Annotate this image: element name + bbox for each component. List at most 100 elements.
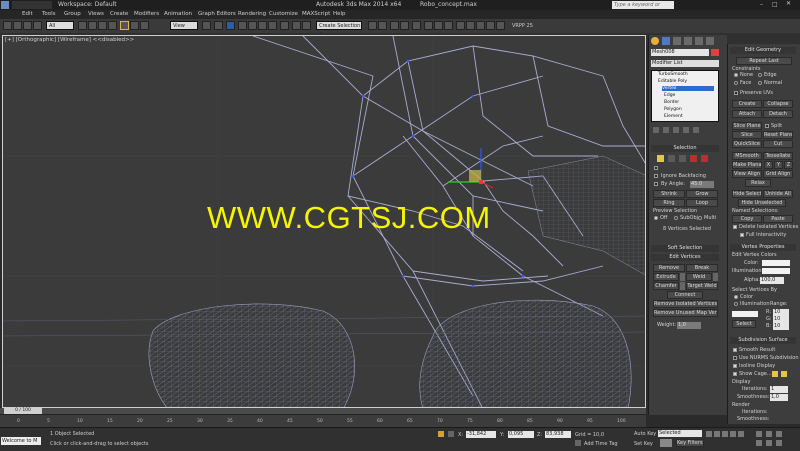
- remove-isolated-vertices-button[interactable]: Remove Isolated Vertices: [653, 300, 718, 308]
- remove-unused-map-verts-button[interactable]: Remove Unused Map Verts: [653, 309, 718, 317]
- cage-color-swatch-1[interactable]: [772, 371, 778, 377]
- hide-selected-button[interactable]: Hide Selected: [732, 190, 762, 198]
- by-angle-checkbox[interactable]: [654, 182, 658, 186]
- edit-named-selection-icon[interactable]: [280, 21, 289, 30]
- stack-item-polygon[interactable]: Polygon: [664, 107, 682, 112]
- ring-button[interactable]: Ring: [653, 199, 685, 207]
- configure-modifiers-icon[interactable]: [693, 127, 699, 133]
- detach-button[interactable]: Detach: [763, 110, 793, 118]
- redo-icon[interactable]: [13, 21, 22, 30]
- weight-field[interactable]: 1,0: [677, 322, 701, 329]
- planar-z-button[interactable]: Z: [784, 161, 793, 169]
- alpha-field[interactable]: 100,0: [760, 277, 784, 284]
- ignore-backfacing-checkbox[interactable]: [654, 174, 658, 178]
- vray-light-icon[interactable]: [476, 21, 485, 30]
- link-icon[interactable]: [23, 21, 32, 30]
- preview-multi-radio[interactable]: [698, 216, 702, 220]
- track-bar[interactable]: 0 5 10 15 20 25 30 35 40 45 50 55 60 65 70 75 80 85 90 95 10…: [0, 414, 646, 428]
- remove-button[interactable]: Remove: [653, 264, 685, 272]
- element-subobject-icon[interactable]: [701, 155, 708, 162]
- window-crossing-icon[interactable]: [108, 21, 117, 30]
- extrude-button[interactable]: Extrude: [653, 273, 679, 281]
- mirror-icon[interactable]: [292, 21, 301, 30]
- absolute-mode-icon[interactable]: [448, 431, 454, 437]
- add-time-tag-icon[interactable]: [575, 440, 581, 446]
- paste-button[interactable]: Paste: [763, 215, 793, 223]
- select-button[interactable]: Select: [732, 320, 756, 328]
- menu-views[interactable]: Views: [88, 11, 104, 17]
- view-align-button[interactable]: View Align: [732, 170, 762, 178]
- snaps-toggle-icon[interactable]: [238, 21, 247, 30]
- set-key-icon[interactable]: [660, 439, 672, 447]
- search-input[interactable]: Type a keyword or phrase: [612, 1, 674, 16]
- stack-item-vertex[interactable]: Vertex: [662, 86, 714, 91]
- chamfer-settings-icon[interactable]: [680, 282, 685, 290]
- weld-settings-icon[interactable]: [713, 273, 718, 281]
- selection-filter-dropdown[interactable]: All: [46, 21, 74, 30]
- tessellate-button[interactable]: Tessellate: [763, 152, 793, 160]
- next-frame-icon[interactable]: [730, 431, 736, 437]
- collapse-button[interactable]: Collapse: [763, 100, 793, 108]
- display-tab-icon[interactable]: [695, 37, 703, 45]
- edit-vertices-rollout-header[interactable]: Edit Vertices: [651, 254, 719, 261]
- attach-button[interactable]: Attach: [732, 110, 762, 118]
- preview-subobj-radio[interactable]: [674, 216, 678, 220]
- preview-off-radio[interactable]: [654, 216, 658, 220]
- copy-button[interactable]: Copy: [732, 215, 762, 223]
- vray-physical-camera-icon[interactable]: [496, 21, 505, 30]
- spinner-snap-icon[interactable]: [268, 21, 277, 30]
- delete-isolated-checkbox[interactable]: [733, 225, 737, 229]
- zoom-all-icon[interactable]: [766, 431, 772, 437]
- window-minimize-button[interactable]: –: [760, 1, 770, 9]
- stack-item-editable-poly[interactable]: Editable Poly: [658, 79, 687, 84]
- maxscript-listener-field[interactable]: Welcome to M: [1, 437, 41, 445]
- previous-frame-icon[interactable]: [714, 431, 720, 437]
- keyboard-shortcut-override-icon[interactable]: [226, 21, 235, 30]
- vray-sun-icon[interactable]: [486, 21, 495, 30]
- preserve-uvs-checkbox[interactable]: [734, 91, 738, 95]
- split-checkbox[interactable]: [765, 124, 769, 128]
- select-and-move-icon[interactable]: [120, 21, 129, 30]
- render-setup-icon[interactable]: [424, 21, 433, 30]
- curve-editor-icon[interactable]: [390, 21, 399, 30]
- hierarchy-tab-icon[interactable]: [673, 37, 681, 45]
- stack-item-element[interactable]: Element: [664, 114, 683, 119]
- menu-customize[interactable]: Customize: [269, 11, 298, 17]
- constraint-none-radio[interactable]: [734, 73, 738, 77]
- lock-selection-icon[interactable]: [438, 431, 444, 437]
- object-name-field[interactable]: Mesh008: [651, 49, 709, 56]
- object-color-swatch[interactable]: [711, 49, 719, 56]
- angle-snap-icon[interactable]: [248, 21, 257, 30]
- quick-access-toolbar[interactable]: [12, 1, 52, 9]
- align-icon[interactable]: [302, 21, 311, 30]
- full-interactivity-checkbox[interactable]: [740, 233, 744, 237]
- window-close-button[interactable]: ✕: [786, 0, 798, 9]
- subdivision-surface-rollout-header[interactable]: Subdivision Surface: [730, 337, 796, 344]
- stack-item-edge[interactable]: Edge: [664, 93, 675, 98]
- vray-frame-buffer-icon[interactable]: [456, 21, 465, 30]
- unlink-icon[interactable]: [33, 21, 42, 30]
- select-object-icon[interactable]: [78, 21, 87, 30]
- cage-color-swatch-2[interactable]: [781, 371, 787, 377]
- play-icon[interactable]: [722, 431, 728, 437]
- vertex-subobject-icon[interactable]: [657, 155, 664, 162]
- go-to-start-icon[interactable]: [706, 431, 712, 437]
- weld-button[interactable]: Weld: [686, 273, 712, 281]
- polygon-subobject-icon[interactable]: [690, 155, 697, 162]
- schematic-view-icon[interactable]: [400, 21, 409, 30]
- menu-edit[interactable]: Edit: [22, 11, 33, 17]
- undo-icon[interactable]: [3, 21, 12, 30]
- select-and-rotate-icon[interactable]: [130, 21, 139, 30]
- soft-selection-rollout-header[interactable]: Soft Selection: [651, 245, 719, 252]
- modifier-list-dropdown[interactable]: Modifier List: [651, 60, 719, 67]
- planar-y-button[interactable]: Y: [774, 161, 783, 169]
- modify-tab-icon[interactable]: [662, 37, 670, 45]
- modifier-stack[interactable]: TurboSmooth Editable Poly Vertex Edge Bo…: [651, 70, 719, 122]
- grid-align-button[interactable]: Grid Align: [763, 170, 793, 178]
- render-production-icon[interactable]: [444, 21, 453, 30]
- z-coordinate-field[interactable]: 83,938: [545, 431, 571, 438]
- selection-region-icon[interactable]: [98, 21, 107, 30]
- display-iterations-field[interactable]: 1: [770, 386, 788, 393]
- vertex-color-swatch[interactable]: [762, 260, 790, 266]
- key-mode-dropdown[interactable]: Selected: [658, 430, 702, 437]
